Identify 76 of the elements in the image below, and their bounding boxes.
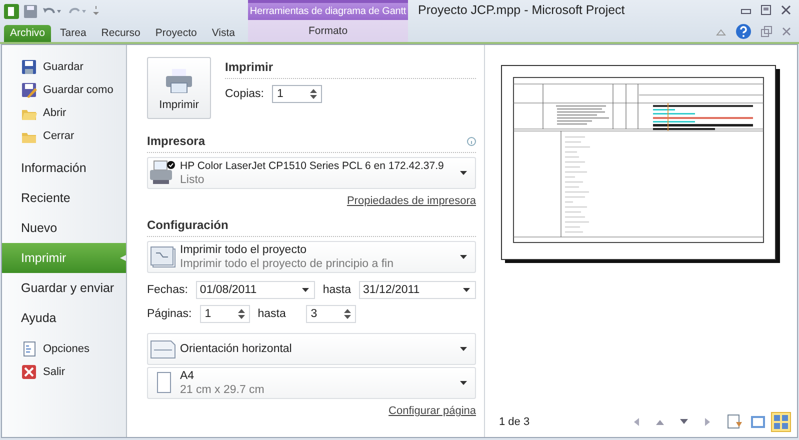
- ribbon-tab[interactable]: Archivo: [4, 25, 52, 42]
- start-date-field[interactable]: 01/08/2011: [196, 281, 315, 299]
- end-page-field[interactable]: 3: [306, 305, 356, 323]
- until-label: hasta: [322, 284, 351, 296]
- dropdown-arrow-icon: [460, 171, 467, 175]
- page-indicator: 1 de 3: [499, 416, 530, 428]
- pages-label: Páginas:: [147, 308, 192, 320]
- close-icon: [21, 364, 37, 380]
- printer-icon: [150, 160, 176, 186]
- maximize-icon[interactable]: [761, 5, 771, 16]
- dates-label: Fechas:: [147, 284, 188, 296]
- save-as-icon: [21, 82, 37, 98]
- section-heading: Impresora: [147, 134, 206, 148]
- sidebar-item[interactable]: Nuevo: [2, 213, 126, 243]
- sidebar-command[interactable]: Abrir: [2, 101, 126, 124]
- pages-icon: [150, 246, 176, 268]
- section-heading: Configuración: [147, 218, 228, 232]
- landscape-page-icon: [150, 339, 176, 359]
- sidebar-command[interactable]: Guardar: [2, 55, 126, 78]
- copies-label: Copias:: [225, 88, 264, 100]
- save-icon: [21, 58, 37, 74]
- contextual-group-label: Herramientas de diagrama de Gantt: [248, 0, 408, 20]
- printer-properties-link[interactable]: Propiedades de impresora: [346, 195, 476, 207]
- document-icon: [21, 340, 37, 356]
- dropdown-arrow-icon: [302, 288, 309, 292]
- copies-field[interactable]: 1: [272, 85, 322, 103]
- start-page-field[interactable]: 1: [200, 305, 250, 323]
- next-page-icon[interactable]: [703, 417, 711, 427]
- sidebar-command[interactable]: Cerrar: [2, 124, 126, 147]
- printer-dropdown[interactable]: HP Color LaserJet CP1510 Series PCL 6 en 172.42.37.9 Listo: [147, 157, 476, 189]
- print-button[interactable]: Imprimir: [147, 57, 211, 119]
- down-icon[interactable]: [679, 418, 689, 426]
- end-date-field[interactable]: 31/12/2011: [358, 281, 476, 299]
- multiple-pages-icon: [773, 414, 789, 430]
- sidebar-item[interactable]: Ayuda: [2, 303, 126, 333]
- customize-icon[interactable]: [92, 5, 100, 17]
- single-page-icon: [750, 414, 766, 430]
- print-range-dropdown[interactable]: Imprimir todo el proyecto Imprimir todo el proyecto de principio a fin: [147, 241, 476, 273]
- up-icon[interactable]: [655, 418, 665, 426]
- save-icon[interactable]: [24, 4, 37, 18]
- sidebar-item[interactable]: Reciente: [2, 183, 126, 213]
- ribbon-tab[interactable]: Vista: [206, 25, 241, 42]
- info-icon[interactable]: [467, 136, 476, 146]
- previous-page-icon[interactable]: [633, 417, 641, 427]
- close-icon[interactable]: [782, 27, 791, 36]
- orientation-dropdown[interactable]: Orientación horizontal: [147, 333, 476, 365]
- dropdown-arrow-icon: [463, 288, 470, 292]
- help-icon[interactable]: [736, 24, 751, 39]
- ribbon-tab[interactable]: Proyecto: [149, 25, 203, 42]
- sidebar-command[interactable]: Opciones: [2, 337, 126, 360]
- section-heading: Imprimir: [225, 60, 274, 74]
- app-icon: [4, 4, 19, 18]
- dropdown-arrow-icon: [460, 255, 467, 259]
- sidebar-item[interactable]: Información: [2, 153, 126, 183]
- dropdown-arrow-icon: [460, 381, 467, 385]
- spinner-icon[interactable]: [310, 88, 317, 100]
- until-label: hasta: [258, 308, 287, 320]
- minimize-ribbon-icon[interactable]: [716, 28, 726, 36]
- close-icon[interactable]: [781, 5, 791, 16]
- sidebar-command[interactable]: Guardar como: [2, 78, 126, 101]
- window-title: Proyecto JCP.mpp - Microsoft Project: [417, 3, 625, 18]
- spinner-icon[interactable]: [344, 308, 351, 320]
- sidebar-item[interactable]: Guardar y enviar: [2, 273, 126, 303]
- spinner-icon[interactable]: [238, 308, 245, 320]
- dropdown-arrow-icon: [460, 347, 467, 351]
- printer-icon: [166, 69, 192, 93]
- minimize-icon[interactable]: [741, 6, 751, 14]
- view-button[interactable]: [771, 412, 791, 432]
- page-settings-icon: [727, 414, 743, 430]
- sidebar-command[interactable]: Salir: [2, 360, 126, 383]
- paper-size-dropdown[interactable]: A4 21 cm x 29.7 cm: [147, 367, 476, 399]
- ribbon-tab[interactable]: Recurso: [95, 25, 146, 42]
- ribbon-tab[interactable]: Tarea: [54, 25, 92, 42]
- ribbon-tab[interactable]: Formato: [248, 23, 408, 40]
- page-setup-link[interactable]: Configurar página: [388, 405, 476, 417]
- restore-icon[interactable]: [761, 26, 772, 37]
